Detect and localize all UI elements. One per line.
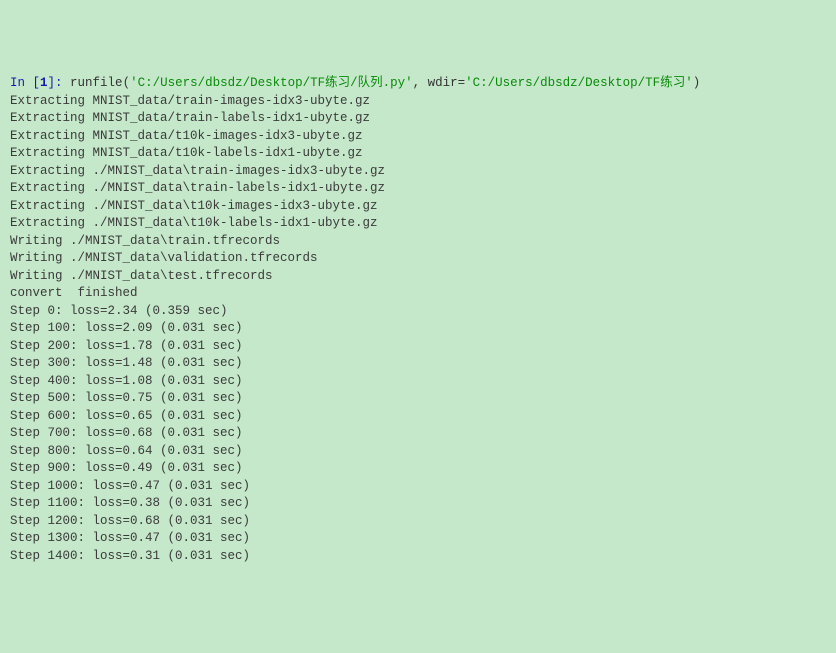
- stdout-line: Step 400: loss=1.08 (0.031 sec): [10, 373, 826, 391]
- stdout-line: Writing ./MNIST_data\train.tfrecords: [10, 233, 826, 251]
- stdout-line: Extracting MNIST_data/train-images-idx3-…: [10, 93, 826, 111]
- stdout-line: Step 0: loss=2.34 (0.359 sec): [10, 303, 826, 321]
- stdout-line: Step 1000: loss=0.47 (0.031 sec): [10, 478, 826, 496]
- stdout-line: Step 1100: loss=0.38 (0.031 sec): [10, 495, 826, 513]
- wdir-path-arg: 'C:/Users/dbsdz/Desktop/TF练习': [465, 76, 693, 90]
- stdout-line: Step 700: loss=0.68 (0.031 sec): [10, 425, 826, 443]
- runfile-call: runfile: [70, 76, 123, 90]
- stdout-line: Writing ./MNIST_data\test.tfrecords: [10, 268, 826, 286]
- stdout-line: Extracting MNIST_data/t10k-labels-idx1-u…: [10, 145, 826, 163]
- prompt-close-label: ]:: [48, 76, 71, 90]
- wdir-kwarg: wdir=: [428, 76, 466, 90]
- open-paren: (: [123, 76, 131, 90]
- comma-sep: ,: [413, 76, 428, 90]
- close-paren: ): [693, 76, 701, 90]
- stdout-block: Extracting MNIST_data/train-images-idx3-…: [10, 93, 826, 566]
- stdout-line: Extracting ./MNIST_data\train-labels-idx…: [10, 180, 826, 198]
- stdout-line: Step 800: loss=0.64 (0.031 sec): [10, 443, 826, 461]
- stdout-line: Step 900: loss=0.49 (0.031 sec): [10, 460, 826, 478]
- stdout-line: Step 1300: loss=0.47 (0.031 sec): [10, 530, 826, 548]
- stdout-line: Step 600: loss=0.65 (0.031 sec): [10, 408, 826, 426]
- prompt-in-label: In [: [10, 76, 40, 90]
- stdout-line: Step 200: loss=1.78 (0.031 sec): [10, 338, 826, 356]
- stdout-line: Step 1200: loss=0.68 (0.031 sec): [10, 513, 826, 531]
- stdout-line: Extracting ./MNIST_data\train-images-idx…: [10, 163, 826, 181]
- prompt-number: 1: [40, 76, 48, 90]
- script-path-arg: 'C:/Users/dbsdz/Desktop/TF练习/队列.py': [130, 76, 413, 90]
- stdout-line: Step 300: loss=1.48 (0.031 sec): [10, 355, 826, 373]
- stdout-line: Extracting ./MNIST_data\t10k-labels-idx1…: [10, 215, 826, 233]
- stdout-line: Extracting MNIST_data/t10k-images-idx3-u…: [10, 128, 826, 146]
- stdout-line: Step 1400: loss=0.31 (0.031 sec): [10, 548, 826, 566]
- stdout-line: Extracting MNIST_data/train-labels-idx1-…: [10, 110, 826, 128]
- stdout-line: Writing ./MNIST_data\validation.tfrecord…: [10, 250, 826, 268]
- console-output: In [1]: runfile('C:/Users/dbsdz/Desktop/…: [10, 75, 826, 565]
- stdout-line: Step 500: loss=0.75 (0.031 sec): [10, 390, 826, 408]
- input-prompt-line: In [1]: runfile('C:/Users/dbsdz/Desktop/…: [10, 75, 826, 93]
- stdout-line: convert finished: [10, 285, 826, 303]
- stdout-line: Step 100: loss=2.09 (0.031 sec): [10, 320, 826, 338]
- stdout-line: Extracting ./MNIST_data\t10k-images-idx3…: [10, 198, 826, 216]
